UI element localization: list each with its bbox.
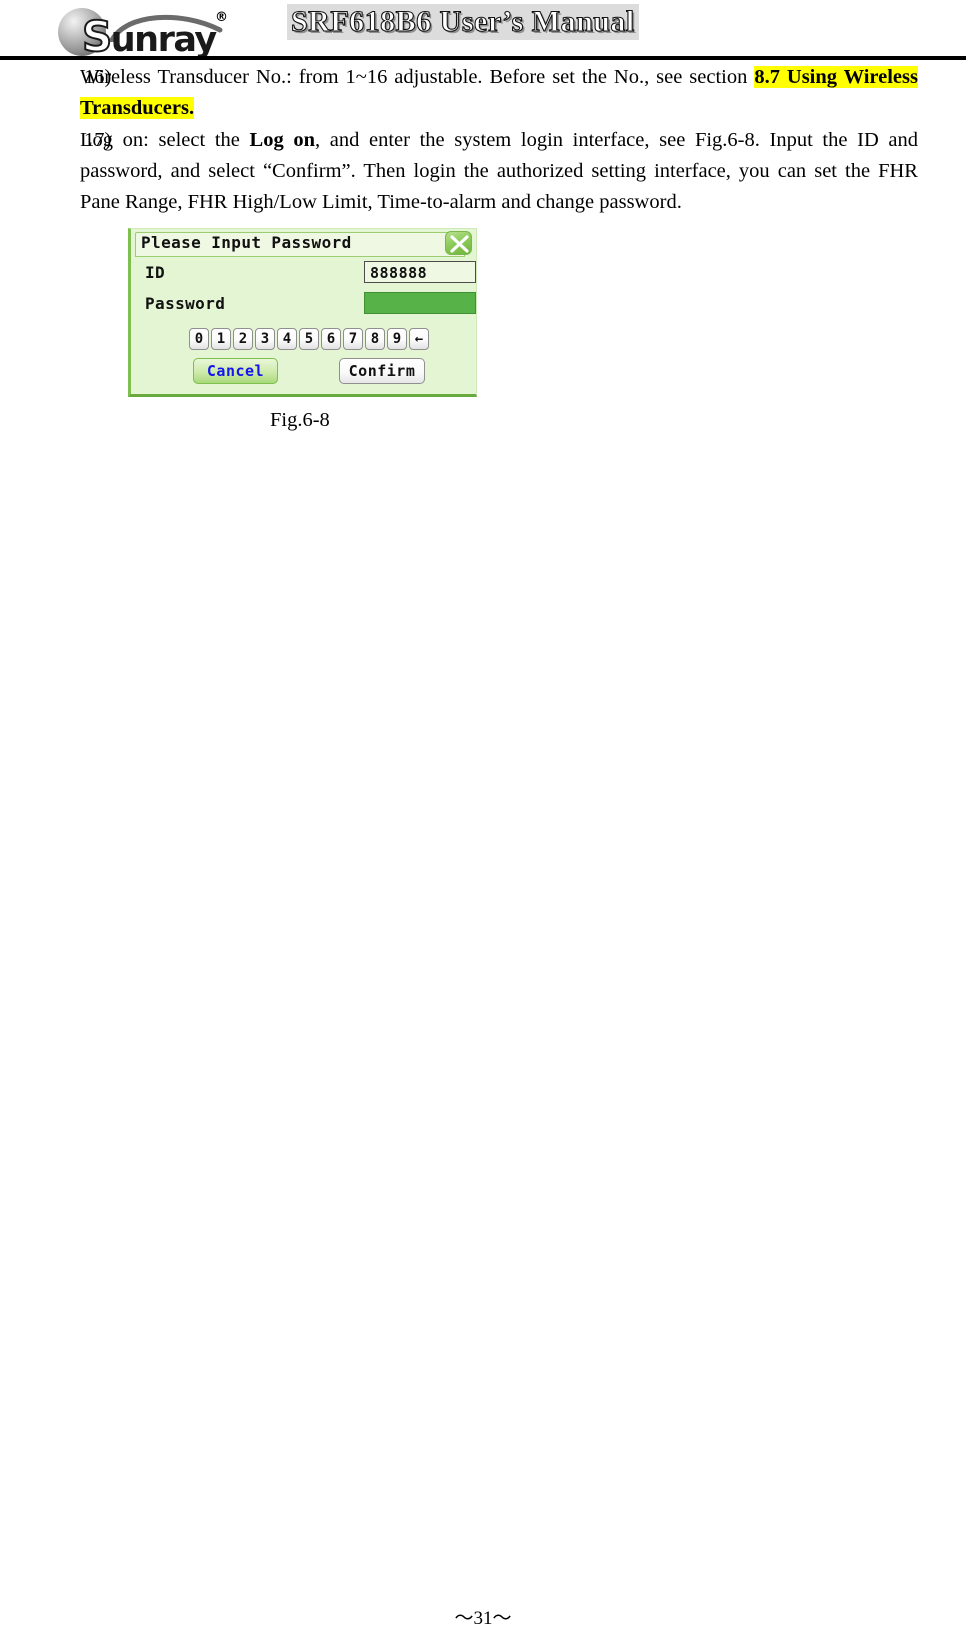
list-item: 17) Log on: select the Log on, and enter… xyxy=(0,125,966,218)
keypad-key-7[interactable]: 7 xyxy=(343,328,363,350)
list-item-body: Log on: select the Log on, and enter the… xyxy=(80,125,918,218)
logo-wordmark-cap: S xyxy=(81,12,113,61)
keypad-key-5[interactable]: 5 xyxy=(299,328,319,350)
id-input-value: 888888 xyxy=(370,264,428,282)
numeric-keypad: 0 1 2 3 4 5 6 7 8 9 ← xyxy=(189,328,429,350)
logo-wordmark: Sunray xyxy=(81,15,217,60)
document-title: SRF618B6 User’s Manual xyxy=(290,5,635,38)
logo-wordmark-rest: unray xyxy=(110,20,217,60)
registered-trademark-icon: ® xyxy=(215,10,228,25)
dialog-buttons: Cancel Confirm xyxy=(131,358,476,386)
list-item-marker: 17) xyxy=(84,129,112,151)
id-row: ID 888888 xyxy=(131,261,476,287)
password-row: Password xyxy=(131,292,476,318)
keypad-key-4[interactable]: 4 xyxy=(277,328,297,350)
password-input[interactable] xyxy=(364,292,476,314)
keypad-key-1[interactable]: 1 xyxy=(211,328,231,350)
password-label: Password xyxy=(145,294,226,313)
list-item: 16) Wireless Transducer No.: from 1~16 a… xyxy=(0,62,966,124)
list-item-body: Wireless Transducer No.: from 1~16 adjus… xyxy=(80,62,918,124)
close-button[interactable] xyxy=(445,231,472,255)
list-item-marker: 16) xyxy=(84,66,112,88)
dialog-title: Please Input Password xyxy=(141,233,352,252)
keypad-key-9[interactable]: 9 xyxy=(387,328,407,350)
item16-text: Wireless Transducer No.: from 1~16 adjus… xyxy=(80,66,755,88)
confirm-button[interactable]: Confirm xyxy=(339,358,425,384)
keypad-key-2[interactable]: 2 xyxy=(233,328,253,350)
figure-block: Please Input Password ID 888888 Password xyxy=(0,228,966,433)
id-input[interactable]: 888888 xyxy=(364,261,476,283)
sunray-logo: Sunray xyxy=(52,6,242,60)
page-content: 16) Wireless Transducer No.: from 1~16 a… xyxy=(0,62,966,433)
item17-logon-emphasis: Log on xyxy=(249,129,315,151)
cancel-button[interactable]: Cancel xyxy=(193,358,278,384)
header-title-band: SRF618B6 User’s Manual xyxy=(287,4,639,40)
password-dialog: Please Input Password ID 888888 Password xyxy=(128,228,477,397)
keypad-backspace-icon[interactable]: ← xyxy=(409,328,429,350)
keypad-key-3[interactable]: 3 xyxy=(255,328,275,350)
id-label: ID xyxy=(145,263,166,282)
figure-caption: Fig.6-8 xyxy=(270,409,330,431)
page-number: ～31～ xyxy=(454,1608,512,1629)
keypad-key-6[interactable]: 6 xyxy=(321,328,341,350)
page-header: Sunray ® SRF618B6 User’s Manual xyxy=(0,0,966,60)
page-footer: ～31～ xyxy=(0,1603,966,1630)
header-divider xyxy=(0,56,966,60)
keypad-key-0[interactable]: 0 xyxy=(189,328,209,350)
keypad-key-8[interactable]: 8 xyxy=(365,328,385,350)
